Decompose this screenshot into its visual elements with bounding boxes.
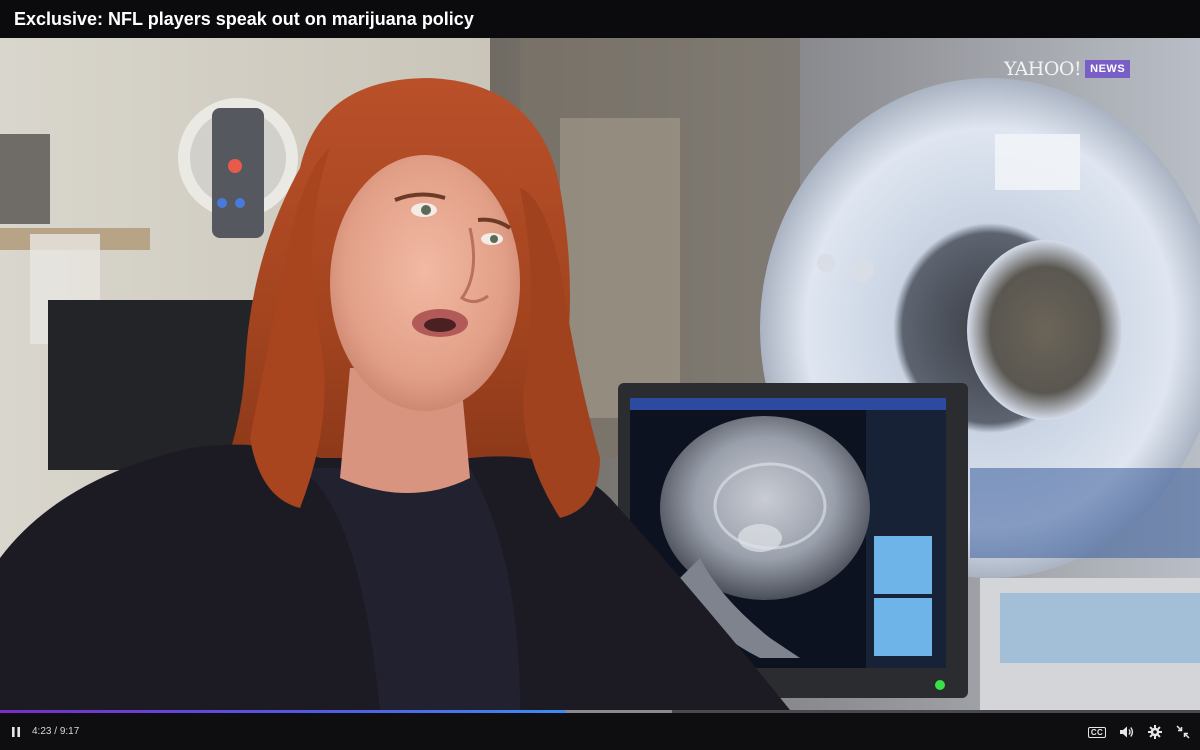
settings-gear-icon <box>1148 725 1162 739</box>
video-title: Exclusive: NFL players speak out on mari… <box>14 8 474 29</box>
volume-button[interactable] <box>1116 722 1138 742</box>
video-still <box>0 38 1200 710</box>
video-frame[interactable] <box>0 38 1200 710</box>
news-badge: NEWS <box>1085 60 1131 78</box>
current-time: 4:23 <box>32 726 52 737</box>
control-bar: 4:23 / 9:17 CC <box>0 710 1200 750</box>
time-display: 4:23 / 9:17 <box>32 726 80 737</box>
progress-bar[interactable] <box>0 710 1200 713</box>
exit-fullscreen-button[interactable] <box>1172 722 1194 742</box>
closed-captions-button[interactable]: CC <box>1086 722 1108 742</box>
closed-captions-icon: CC <box>1087 726 1107 738</box>
pause-icon <box>12 727 20 737</box>
pause-button[interactable] <box>6 722 26 742</box>
duration: 9:17 <box>59 726 80 737</box>
video-player[interactable]: Exclusive: NFL players speak out on mari… <box>0 0 1200 750</box>
settings-button[interactable] <box>1144 722 1166 742</box>
yahoo-news-watermark: YAHOO! NEWS <box>1004 58 1131 80</box>
title-bar: Exclusive: NFL players speak out on mari… <box>0 0 1200 38</box>
exit-fullscreen-icon <box>1176 725 1190 739</box>
volume-icon <box>1120 726 1134 738</box>
yahoo-logo-text: YAHOO! <box>1004 58 1082 80</box>
progress-played <box>0 710 567 713</box>
